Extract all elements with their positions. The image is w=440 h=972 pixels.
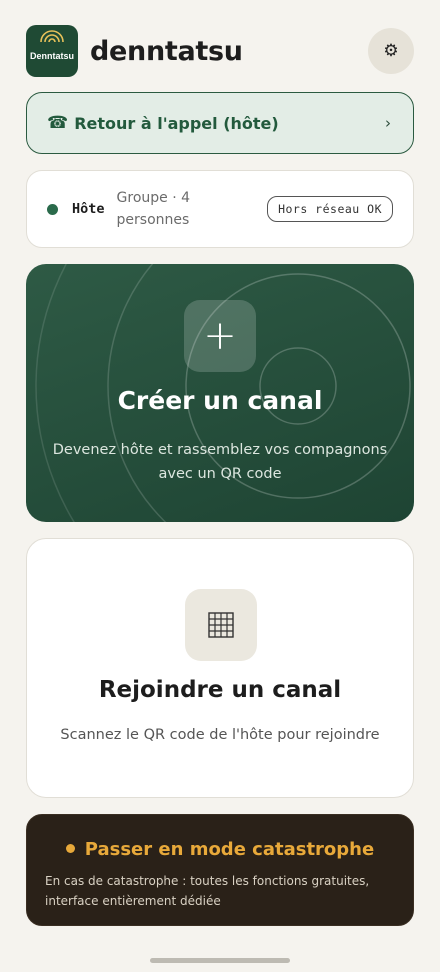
return-to-call-label: Retour à l'appel (hôte) bbox=[74, 113, 279, 133]
create-channel-card[interactable]: + Créer un canal Devenez hôte et rassemb… bbox=[26, 264, 414, 522]
join-channel-card[interactable]: Rejoindre un canal Scannez le QR code de… bbox=[26, 538, 414, 798]
settings-button[interactable]: ⚙ bbox=[368, 28, 414, 74]
home-indicator[interactable] bbox=[150, 958, 290, 963]
network-status-badge: Hors réseau OK bbox=[267, 196, 393, 222]
role-label: Hôte bbox=[72, 201, 105, 217]
phone-icon: ☎ bbox=[47, 113, 69, 133]
disaster-mode-button[interactable]: Passer en mode catastrophe En cas de cat… bbox=[26, 814, 414, 926]
join-channel-title: Rejoindre un canal bbox=[98, 677, 342, 703]
signal-icon bbox=[40, 30, 64, 43]
group-info: Groupe · 4 personnes bbox=[116, 190, 191, 228]
gear-icon: ⚙ bbox=[383, 41, 399, 61]
create-channel-subtitle: Devenez hôte et rassemblez vos compagnon… bbox=[52, 442, 388, 482]
logo-text: Denntatsu bbox=[29, 51, 74, 61]
app-title: denntatsu bbox=[90, 35, 243, 67]
disaster-mode-subtitle: En cas de catastrophe : toutes les fonct… bbox=[45, 874, 370, 908]
chevron-right-icon: › bbox=[385, 114, 391, 132]
disaster-mode-label: Passer en mode catastrophe bbox=[84, 839, 375, 860]
return-to-call-button[interactable]: ☎ Retour à l'appel (hôte) › bbox=[26, 92, 414, 154]
bullet-icon bbox=[65, 843, 75, 853]
create-channel-title: Créer un canal bbox=[117, 386, 323, 415]
join-channel-subtitle: Scannez le QR code de l'hôte pour rejoin… bbox=[60, 727, 380, 743]
app-header: Denntatsu denntatsu ⚙ bbox=[26, 24, 414, 78]
app-logo: Denntatsu bbox=[26, 25, 78, 77]
grid-icon bbox=[185, 589, 257, 661]
plus-icon: + bbox=[184, 300, 256, 372]
disaster-mode-title: Passer en mode catastrophe bbox=[27, 839, 413, 860]
status-card: Hôte Groupe · 4 personnes Hors réseau OK bbox=[26, 170, 414, 248]
status-dot bbox=[47, 203, 58, 215]
